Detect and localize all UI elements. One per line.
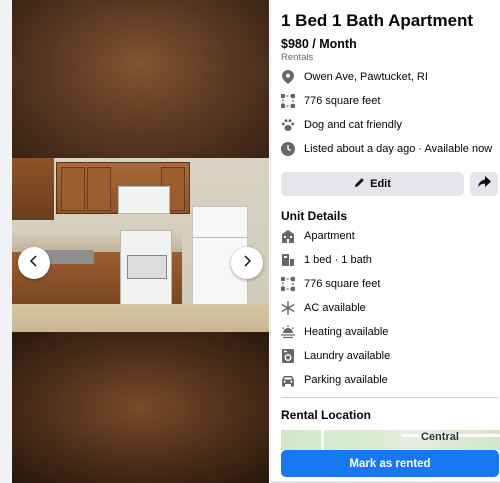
unit-detail-square-feet: 776 square feet <box>281 275 380 293</box>
map-place-label: Central <box>421 431 459 443</box>
listing-title: 1 Bed 1 Bath Apartment <box>281 11 474 30</box>
snowflake-icon <box>281 301 295 315</box>
unit-detail-text: 1 bed · 1 bath <box>304 254 372 266</box>
detail-listed-time: Listed about a day ago · Available now <box>281 140 492 158</box>
unit-detail-text: 776 square feet <box>304 278 381 290</box>
washer-icon <box>281 349 295 363</box>
square-footage-icon <box>281 277 295 291</box>
listing-price: $980 / Month <box>281 37 357 51</box>
car-icon <box>281 373 295 387</box>
section-divider <box>281 397 499 398</box>
unit-detail-text: Apartment <box>304 230 355 242</box>
listing-details-panel: 1 Bed 1 Bath Apartment $980 / Month Rent… <box>270 0 500 483</box>
mark-as-rented-button[interactable]: Mark as rented <box>281 450 499 477</box>
detail-location[interactable]: Owen Ave, Pawtucket, RI <box>281 68 428 86</box>
rental-location-map[interactable]: Central <box>281 430 500 450</box>
detail-text: Dog and cat friendly <box>304 119 402 131</box>
paw-icon <box>281 118 295 132</box>
detail-text: Owen Ave, Pawtucket, RI <box>304 71 428 83</box>
unit-detail-parking: Parking available <box>281 371 388 389</box>
unit-detail-laundry: Laundry available <box>281 347 390 365</box>
listing-category: Rentals <box>281 52 314 63</box>
chevron-right-icon <box>241 254 253 272</box>
blurred-backdrop-top <box>12 0 269 158</box>
bed-icon <box>281 253 295 267</box>
photo-viewer <box>12 0 269 483</box>
listing-photo[interactable] <box>12 158 269 332</box>
unit-detail-text: Laundry available <box>304 350 391 362</box>
rental-location-heading: Rental Location <box>281 408 372 422</box>
building-icon <box>281 229 295 243</box>
unit-detail-text: Heating available <box>304 326 389 338</box>
previous-photo-button[interactable] <box>18 247 50 279</box>
unit-detail-beds-baths: 1 bed · 1 bath <box>281 251 372 269</box>
chevron-left-icon <box>28 254 40 272</box>
clock-icon <box>281 142 295 156</box>
square-footage-icon <box>281 94 295 108</box>
edit-button[interactable]: Edit <box>281 172 464 196</box>
unit-details-heading: Unit Details <box>281 209 348 223</box>
location-pin-icon <box>281 70 295 84</box>
unit-detail-text: AC available <box>304 302 366 314</box>
blurred-backdrop-bottom <box>12 332 269 483</box>
pencil-icon <box>354 177 370 191</box>
unit-detail-text: Parking available <box>304 374 388 386</box>
unit-detail-heating: Heating available <box>281 323 388 341</box>
next-photo-button[interactable] <box>231 247 263 279</box>
detail-square-feet: 776 square feet <box>281 92 380 110</box>
detail-text: Listed about a day ago · Available now <box>304 143 493 155</box>
share-arrow-icon <box>477 175 491 193</box>
unit-detail-type: Apartment <box>281 227 355 245</box>
detail-text: 776 square feet <box>304 95 381 107</box>
left-gutter <box>0 0 12 483</box>
share-button[interactable] <box>470 172 498 196</box>
unit-detail-ac: AC available <box>281 299 366 317</box>
edit-button-label: Edit <box>370 178 391 190</box>
detail-pets: Dog and cat friendly <box>281 116 402 134</box>
heating-icon <box>281 325 295 339</box>
